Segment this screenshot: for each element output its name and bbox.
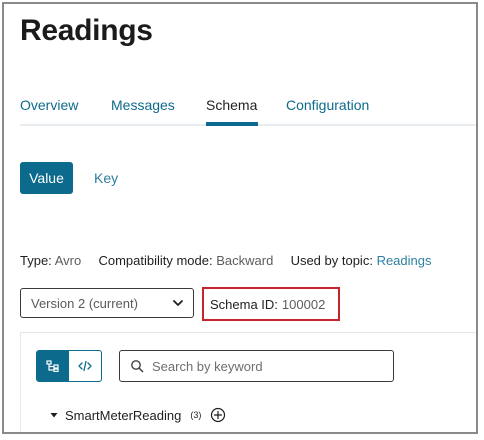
code-view-button[interactable]	[69, 351, 101, 381]
compatibility-label: Compatibility mode:	[98, 253, 213, 268]
tree-node-name: SmartMeterReading	[65, 407, 182, 423]
search-input[interactable]	[150, 357, 384, 375]
code-view-icon	[78, 360, 92, 372]
screenshot-frame: Readings Overview Messages Schema Config…	[2, 2, 478, 434]
tab-overview[interactable]: Overview	[20, 97, 78, 113]
caret-down-icon[interactable]	[49, 410, 59, 420]
key-segment-button[interactable]: Key	[94, 170, 118, 186]
schema-id-highlight: Schema ID: 100002	[202, 287, 340, 321]
version-select[interactable]: Version 2 (current)	[20, 288, 194, 318]
tree-node-count: (3)	[190, 410, 202, 420]
used-by-topic-label: Used by topic:	[290, 253, 373, 268]
schema-meta-line: Type: Avro Compatibility mode: Backward …	[20, 253, 432, 268]
active-tab-indicator	[206, 122, 258, 126]
value-segment-button[interactable]: Value	[20, 162, 73, 194]
tab-schema[interactable]: Schema	[206, 97, 257, 113]
tree-view-button[interactable]	[37, 351, 69, 381]
chevron-down-icon	[173, 300, 183, 306]
tab-configuration[interactable]: Configuration	[286, 97, 369, 113]
add-circle-icon[interactable]	[210, 407, 226, 423]
compatibility-value: Backward	[216, 253, 274, 268]
type-value: Avro	[54, 253, 82, 268]
tab-messages[interactable]: Messages	[111, 97, 175, 113]
page-title: Readings	[20, 14, 153, 47]
tree-node-root: SmartMeterReading (3)	[49, 407, 226, 423]
view-mode-toggle	[36, 350, 102, 382]
search-icon	[131, 360, 144, 373]
used-by-topic-link[interactable]: Readings	[377, 253, 432, 268]
type-label: Type:	[20, 253, 52, 268]
tree-view-icon	[46, 360, 59, 372]
version-select-value: Version 2 (current)	[31, 295, 138, 311]
search-box	[119, 350, 394, 382]
schema-id-value: 100002	[281, 296, 326, 312]
schema-id-label: Schema ID:	[210, 296, 278, 312]
